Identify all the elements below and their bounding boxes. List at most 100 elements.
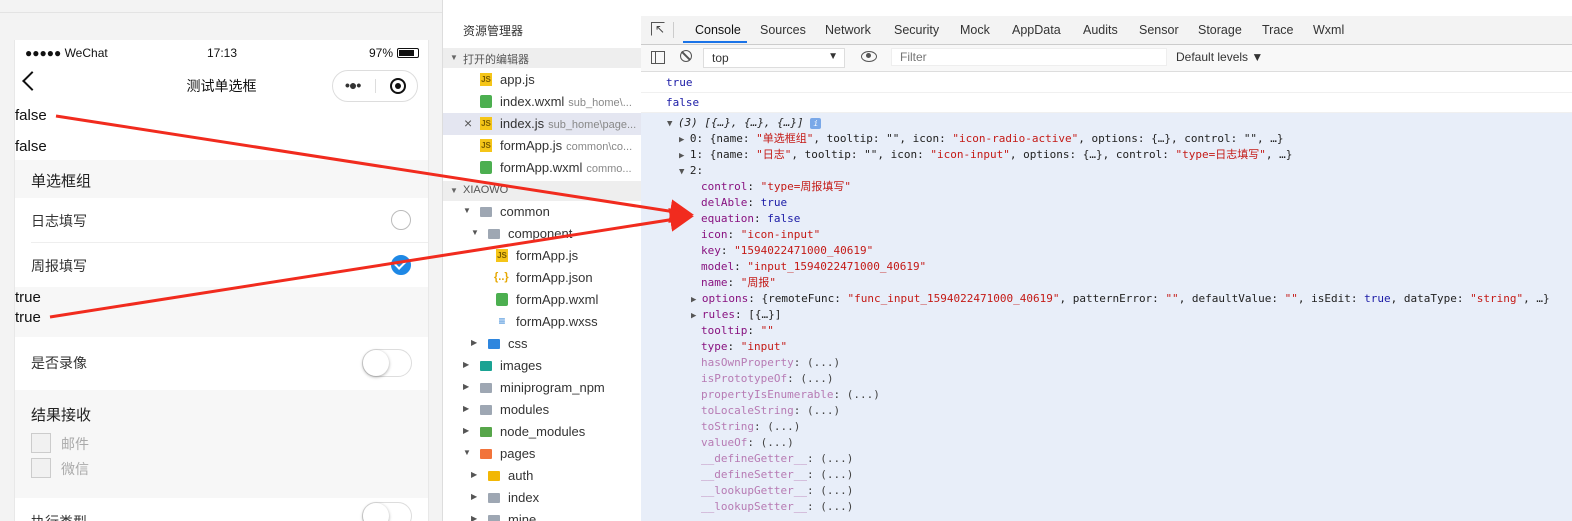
array-item-2[interactable]: ▼ 2:	[679, 163, 703, 179]
tree-folder[interactable]: ▶ modules	[443, 399, 641, 421]
radio-button-checked[interactable]	[391, 255, 411, 275]
folder-icon	[488, 339, 500, 349]
tab-console[interactable]: Console	[695, 23, 741, 37]
tree-folder[interactable]: ▶ miniprogram_npm	[443, 377, 641, 399]
rules-row[interactable]: ▶ rules: [{…}]	[691, 307, 781, 323]
open-editor-item[interactable]: index.wxml sub_home\...	[443, 91, 641, 113]
prop-value: "1594022471000_40619"	[734, 244, 874, 257]
filter-input[interactable]	[891, 48, 1167, 66]
json-file-icon: {..}	[494, 271, 509, 283]
prop-key: delAble	[701, 196, 748, 209]
array-item-1[interactable]: ▶ 1: {name: "日志", tooltip: "", icon: "ic…	[679, 147, 1292, 163]
folder-icon	[488, 471, 500, 481]
tree-folder[interactable]: ▶ node_modules	[443, 421, 641, 443]
radio-option[interactable]: 日志填写	[15, 198, 428, 242]
inspect-element-icon[interactable]	[651, 22, 665, 36]
tab-network[interactable]: Network	[825, 23, 871, 37]
expand-arrow-icon: ▶	[471, 338, 478, 347]
tab-trace[interactable]: Trace	[1262, 23, 1294, 37]
tree-file[interactable]: ≡ formApp.wxss	[443, 311, 641, 333]
tab-security[interactable]: Security	[894, 23, 939, 37]
tab-mock[interactable]: Mock	[960, 23, 990, 37]
options-row[interactable]: ▶ options: {remoteFunc: "func_input_1594…	[691, 291, 1550, 307]
array-summary[interactable]: ▼ (3) [{…}, {…}, {…}] i	[667, 115, 822, 131]
log-text: false	[15, 107, 47, 124]
open-editor-item[interactable]: JS formApp.js common\co...	[443, 135, 641, 157]
array-item-0[interactable]: ▶ 0: {name: "单选框组", tooltip: "", icon: "…	[679, 131, 1284, 147]
sidebar-toggle-icon[interactable]	[651, 51, 665, 64]
item-text: "icon-input"	[930, 148, 1010, 161]
method-row[interactable]: toString: (...)	[701, 419, 800, 435]
open-editors-section[interactable]: ▼ 打开的编辑器	[443, 48, 641, 68]
prop-text: , dataType:	[1390, 292, 1471, 305]
method-value: : (...)	[747, 436, 794, 449]
tree-file[interactable]: {..} formApp.json	[443, 267, 641, 289]
tree-folder[interactable]: ▶ mine	[443, 509, 641, 521]
tab-wxml[interactable]: Wxml	[1313, 23, 1344, 37]
record-switch[interactable]	[362, 349, 412, 377]
open-editor-item-active[interactable]: × JS index.js sub_home\page...	[443, 113, 641, 135]
method-row[interactable]: __defineGetter__: (...)	[701, 451, 853, 467]
prop-text: , isEdit:	[1297, 292, 1365, 305]
close-icon[interactable]: ×	[464, 115, 472, 131]
prop-key: key	[701, 244, 721, 257]
item-text: , options: {…}, control: "", …}	[1078, 132, 1284, 145]
tree-label: modules	[500, 402, 550, 417]
live-expression-eye-icon[interactable]	[861, 51, 877, 62]
prop-value: "icon-input"	[740, 228, 821, 241]
tree-folder[interactable]: ▶ index	[443, 487, 641, 509]
prop-value: "input"	[740, 340, 788, 353]
tree-label: pages	[500, 446, 536, 461]
method-row[interactable]: __lookupGetter__: (...)	[701, 483, 853, 499]
tree-file[interactable]: formApp.wxml	[443, 289, 641, 311]
file-path: sub_home\page...	[548, 119, 637, 131]
battery-icon	[397, 48, 419, 58]
tab-audits[interactable]: Audits	[1083, 23, 1118, 37]
expand-arrow-icon: ▶	[463, 404, 470, 413]
expand-arrow-icon: ▼	[679, 167, 690, 177]
method-row[interactable]: isPrototypeOf: (...)	[701, 371, 833, 387]
tab-sensor[interactable]: Sensor	[1139, 23, 1179, 37]
method-row[interactable]: __defineSetter__: (...)	[701, 467, 853, 483]
exec-type-control[interactable]	[362, 502, 412, 521]
folder-icon	[480, 383, 492, 393]
radio-button[interactable]	[391, 210, 411, 230]
context-select[interactable]: top ▼	[703, 48, 845, 68]
method-value: : (...)	[806, 484, 854, 497]
item-text: 2:	[689, 164, 704, 177]
method-row[interactable]: __lookupSetter__: (...)	[701, 499, 853, 515]
tree-folder[interactable]: ▼ component	[443, 223, 641, 245]
method-row[interactable]: hasOwnProperty: (...)	[701, 355, 840, 371]
open-editor-item[interactable]: formApp.wxml commo...	[443, 157, 641, 179]
tab-appdata[interactable]: AppData	[1012, 23, 1061, 37]
close-miniprogram-icon[interactable]	[390, 78, 406, 94]
project-section[interactable]: ▼ XIAOWO	[443, 181, 641, 201]
tree-file[interactable]: JS formApp.js	[443, 245, 641, 267]
object-inspector: ▼ (3) [{…}, {…}, {…}] i ▶ 0: {name: "单选框…	[641, 113, 1572, 521]
open-editor-item[interactable]: JS app.js	[443, 69, 641, 91]
expand-arrow-icon: ▶	[471, 492, 478, 501]
tree-folder[interactable]: ▼ pages	[443, 443, 641, 465]
method-row[interactable]: valueOf: (...)	[701, 435, 794, 451]
prop-text: true	[1364, 292, 1391, 305]
tree-folder[interactable]: ▼ common	[443, 201, 641, 223]
tree-folder[interactable]: ▶ css	[443, 333, 641, 355]
tree-folder[interactable]: ▶ auth	[443, 465, 641, 487]
checkbox[interactable]	[31, 433, 51, 453]
log-levels-dropdown[interactable]: Default levels ▼	[1176, 50, 1263, 64]
tab-sources[interactable]: Sources	[760, 23, 806, 37]
method-row[interactable]: propertyIsEnumerable: (...)	[701, 387, 880, 403]
method-row[interactable]: toLocaleString: (...)	[701, 403, 840, 419]
log-text: true	[15, 309, 41, 326]
tree-folder[interactable]: ▶ images	[443, 355, 641, 377]
radio-option[interactable]: 周报填写	[15, 243, 428, 287]
expand-arrow-icon: ▶	[471, 514, 478, 521]
prop-key: type	[701, 340, 728, 353]
clear-console-icon[interactable]	[680, 50, 692, 62]
tree-label: component	[508, 226, 573, 241]
tab-storage[interactable]: Storage	[1198, 23, 1242, 37]
more-icon[interactable]: •●•	[345, 77, 361, 93]
prop-key: rules	[701, 308, 735, 321]
log-text: false	[15, 138, 47, 155]
checkbox[interactable]	[31, 458, 51, 478]
